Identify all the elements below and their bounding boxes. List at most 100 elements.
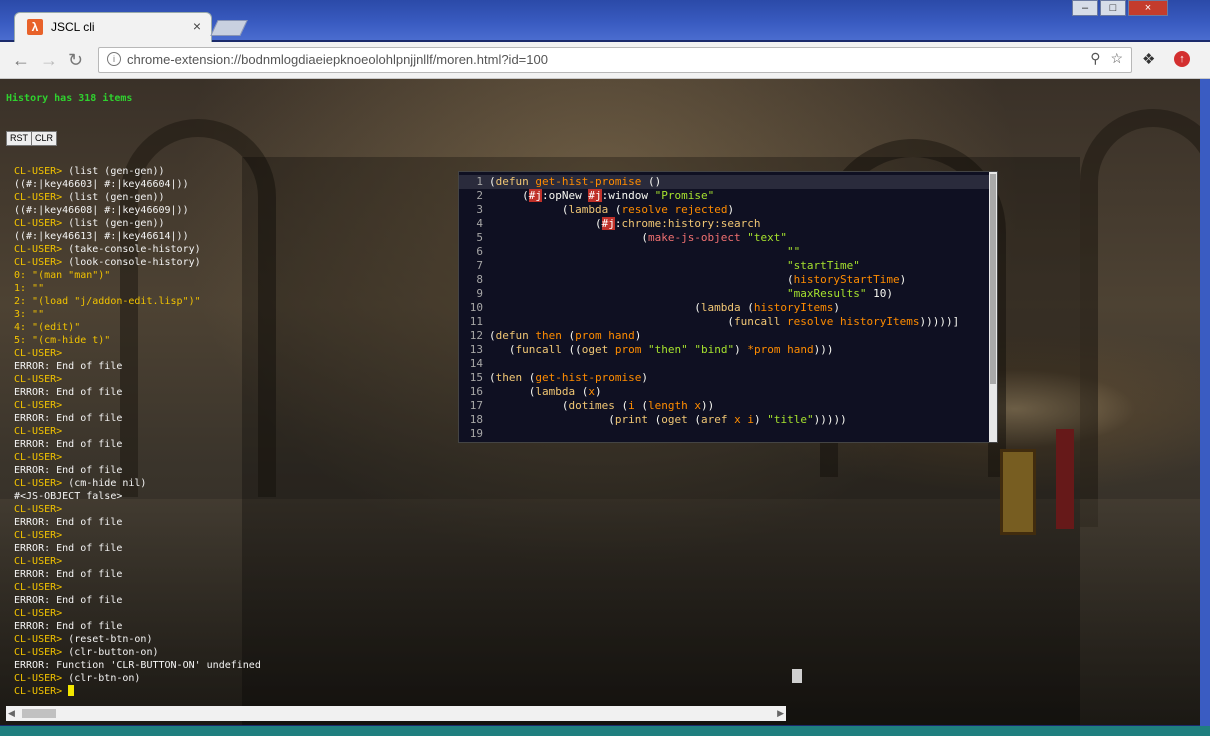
console-prompt: CL-USER> (14, 556, 69, 567)
code-token: ( (489, 203, 569, 216)
console-line: ERROR: Function 'CLR-BUTTON-ON' undefine… (14, 659, 784, 672)
code-token: length (647, 399, 688, 412)
console-prompt: CL-USER> (14, 166, 69, 177)
code-token: "startTime" (787, 259, 860, 272)
code-line: 19 (459, 427, 989, 441)
console-text: ((#:|key46613| #:|key46614|)) (14, 231, 189, 242)
console-text: ERROR: End of file (14, 621, 123, 632)
address-bar[interactable]: i chrome-extension://bodnmlogdiaeiepknoe… (98, 47, 1132, 73)
extension-red-icon[interactable]: ↑ (1174, 51, 1190, 67)
line-number: 4 (476, 217, 483, 230)
code-line: 9 "maxResults" 10) (459, 287, 989, 301)
code-token: ) (727, 203, 735, 216)
code-token: ( (575, 385, 589, 398)
code-token: #j (588, 189, 602, 202)
console-prompt: CL-USER> (14, 647, 69, 658)
code-token: ( (740, 301, 754, 314)
code-line: 16 (lambda (x) (459, 385, 989, 399)
url-text[interactable]: chrome-extension://bodnmlogdiaeiepknoeol… (127, 52, 548, 67)
minimize-button[interactable]: – (1072, 0, 1098, 16)
console-horizontal-scrollbar[interactable]: ◀ ▶ (6, 706, 786, 721)
maximize-button[interactable]: □ (1100, 0, 1126, 16)
code-token: lambda (568, 203, 609, 216)
code-token: ) (594, 385, 602, 398)
code-token: rejected (674, 203, 728, 216)
console-line: CL-USER> (clr-button-on) (14, 646, 784, 659)
bookmark-star-icon[interactable]: ☆ (1110, 50, 1123, 66)
code-token: () (641, 175, 662, 188)
console-text: ERROR: Function 'CLR-BUTTON-ON' undefine… (14, 660, 261, 671)
console-text: (take-console-history) (68, 244, 201, 255)
code-token: historyItems (753, 301, 834, 314)
back-arrow-icon[interactable]: ← (12, 50, 30, 71)
line-number: 11 (469, 315, 483, 328)
console-text: ((#:|key46603| #:|key46604|)) (14, 179, 189, 190)
code-token: "title" (767, 413, 814, 426)
console-line: ERROR: End of file (14, 464, 784, 477)
code-token: ( (489, 189, 529, 202)
code-token: 10) (866, 287, 893, 300)
code-token: ( (489, 329, 496, 342)
new-tab-button[interactable] (210, 20, 248, 36)
console-text: ERROR: End of file (14, 517, 123, 528)
scroll-right-arrow-icon[interactable]: ▶ (777, 708, 784, 719)
info-icon[interactable]: i (107, 52, 121, 66)
console-text: ERROR: End of file (14, 387, 123, 398)
code-token: prom (614, 343, 642, 356)
console-text: (list (gen-gen)) (68, 218, 165, 229)
lambda-icon: λ (27, 19, 43, 35)
extension-icon[interactable]: ❖ (1142, 50, 1160, 68)
code-token: )) (700, 399, 715, 412)
scrollbar-thumb[interactable] (990, 174, 996, 384)
code-line: 1 (defun get-hist-promise () (459, 175, 989, 189)
line-number: 10 (469, 301, 483, 314)
code-token: ( (489, 385, 536, 398)
console-prompt: CL-USER> (14, 452, 69, 463)
code-token: :window (601, 189, 655, 202)
code-token: hand (608, 329, 635, 342)
close-window-button[interactable]: × (1128, 0, 1168, 16)
tab-close-icon[interactable]: × (193, 18, 201, 34)
code-token: oget (581, 343, 609, 356)
zoom-icon[interactable]: ⚲ (1090, 50, 1100, 66)
line-number: 12 (469, 329, 483, 342)
rst-button[interactable]: RST (6, 131, 32, 146)
console-text: ERROR: End of file (14, 569, 123, 580)
console-prompt: CL-USER> (14, 192, 69, 203)
console-prompt: CL-USER> (14, 374, 69, 385)
editor-scrollbar[interactable] (989, 172, 997, 442)
console-text: ERROR: End of file (14, 465, 123, 476)
reload-icon[interactable]: ↻ (68, 50, 83, 71)
code-line: 18 (print (oget (aref x i) "title"))))) (459, 413, 989, 427)
console-line: CL-USER> (14, 451, 784, 464)
code-token: ) (833, 301, 841, 314)
console-prompt: CL-USER> (14, 257, 69, 268)
console-line: CL-USER> (14, 555, 784, 568)
clr-button[interactable]: CLR (31, 131, 58, 146)
scroll-left-arrow-icon[interactable]: ◀ (8, 708, 15, 719)
console-text: 1: "" (14, 283, 45, 294)
code-token: "text" (747, 231, 788, 244)
code-token: x (588, 385, 595, 398)
console-text: (list (gen-gen)) (68, 192, 165, 203)
scrollbar-thumb[interactable] (22, 709, 56, 718)
console-line: CL-USER> (14, 503, 784, 516)
code-token: defun (495, 329, 529, 342)
code-token: get-hist-promise (535, 371, 642, 384)
browser-toolbar: ← → ↻ i chrome-extension://bodnmlogdiaei… (0, 42, 1210, 79)
forward-arrow-icon[interactable]: → (40, 50, 58, 71)
line-number: 3 (476, 203, 483, 216)
code-token: x (694, 399, 701, 412)
code-editor[interactable]: 1 (defun get-hist-promise () 2 (#j:opNew #… (458, 171, 998, 443)
console-text: (look-console-history) (68, 257, 201, 268)
line-number: 1 (476, 175, 483, 188)
code-token: *prom (747, 343, 781, 356)
code-token: ( (489, 273, 794, 286)
line-number: 2 (476, 189, 483, 202)
line-number: 16 (469, 385, 483, 398)
scrollbar-thumb[interactable] (792, 669, 802, 683)
browser-tab-active[interactable]: λ JSCL cli × (14, 12, 212, 43)
